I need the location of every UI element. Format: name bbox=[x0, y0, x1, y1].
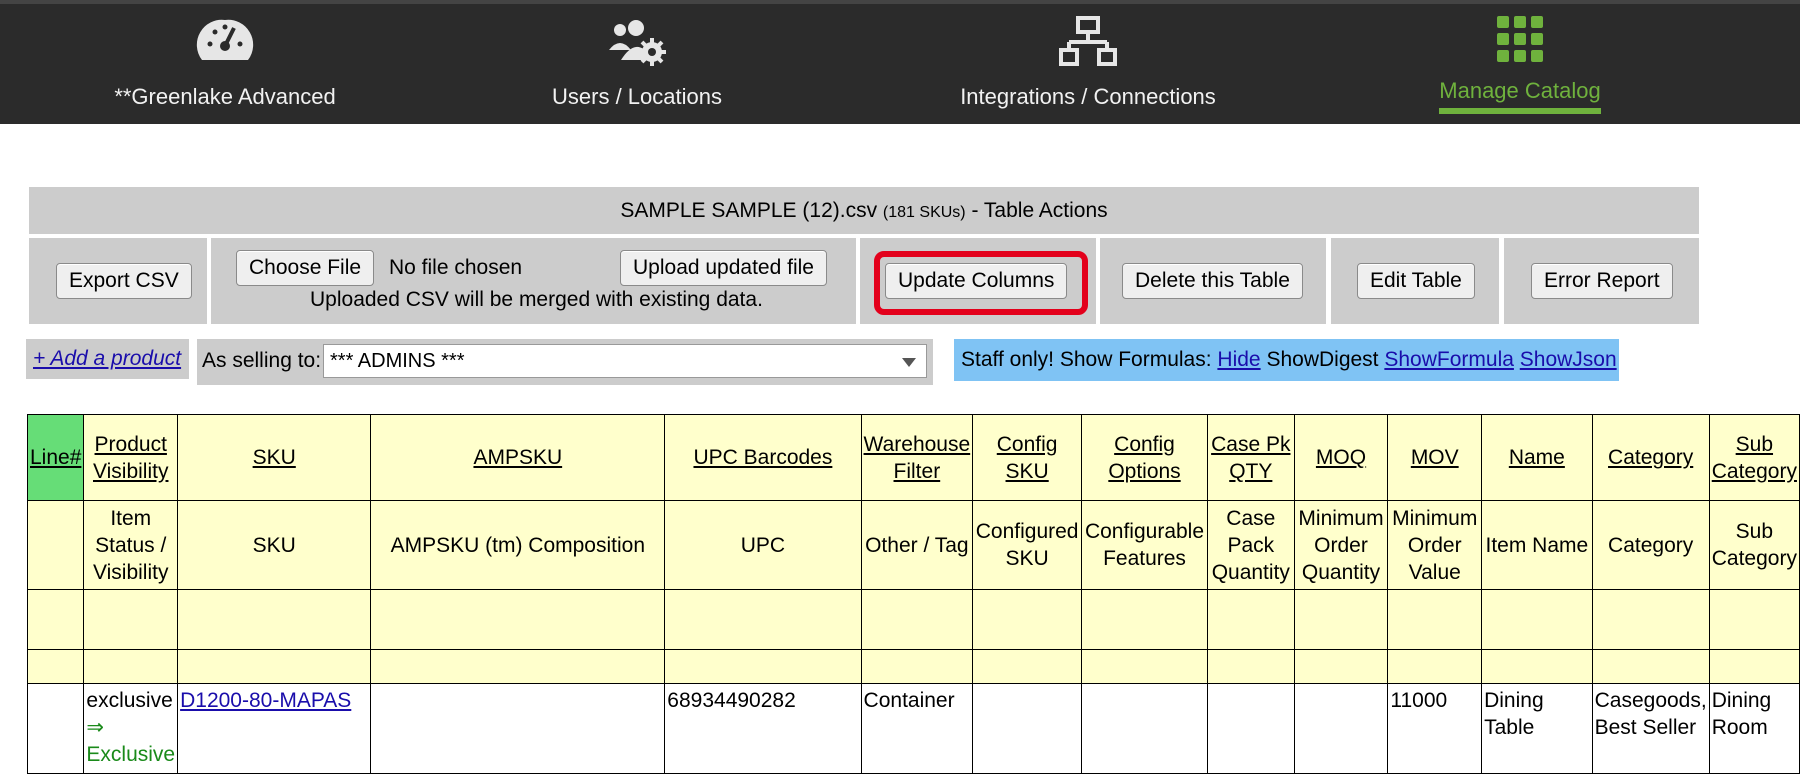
dashboard-gauge-icon bbox=[75, 16, 375, 74]
ampsku-cell bbox=[370, 683, 666, 774]
table-row[interactable]: exclusive ⇒ Exclusive D1200-80-MAPAS 689… bbox=[26, 683, 1800, 774]
table-filename: SAMPLE SAMPLE (12).csv bbox=[620, 199, 878, 222]
config-options-cell bbox=[1081, 683, 1208, 774]
show-digest-text: ShowDigest bbox=[1266, 348, 1379, 371]
choose-file-button[interactable]: Choose File bbox=[236, 250, 375, 286]
nav-item-users-locations[interactable]: Users / Locations bbox=[487, 16, 787, 110]
hide-link[interactable]: Hide bbox=[1217, 348, 1260, 371]
config-sku-cell bbox=[972, 683, 1083, 774]
subheader-cell: Category bbox=[1591, 500, 1710, 590]
sku-count: (181 SKUs) bbox=[882, 204, 966, 221]
line-number-cell bbox=[26, 683, 85, 774]
sub-category-cell: Dining Room bbox=[1708, 683, 1800, 774]
catalog-table: Line# Product Visibility SKU AMPSKU UPC … bbox=[26, 414, 1800, 774]
subheader-cell: Case Pack Quantity bbox=[1206, 500, 1295, 590]
subheader-cell: Item Status / Visibility bbox=[83, 500, 179, 590]
empty-row bbox=[26, 589, 1800, 650]
chevron-down-icon bbox=[902, 358, 916, 367]
nav-item-greenlake-advanced[interactable]: **Greenlake Advanced bbox=[75, 16, 375, 110]
moq-cell bbox=[1293, 683, 1389, 774]
upload-cell: Choose File No file chosen Upload update… bbox=[211, 238, 856, 324]
table-actions-suffix: - Table Actions bbox=[971, 199, 1108, 222]
delete-table-button[interactable]: Delete this Table bbox=[1122, 263, 1303, 299]
subheader-row: Item Status / Visibility SKU AMPSKU (tm)… bbox=[26, 500, 1800, 590]
top-nav: **Greenlake Advanced Users / Locations I… bbox=[0, 0, 1800, 124]
column-header[interactable]: SKU bbox=[177, 414, 372, 501]
add-product-cell: + Add a product bbox=[26, 339, 189, 379]
highlight-box bbox=[874, 251, 1088, 315]
subheader-cell: Configurable Features bbox=[1081, 500, 1208, 590]
column-header[interactable]: MOQ bbox=[1293, 414, 1389, 501]
column-header[interactable]: Warehouse Filter bbox=[860, 414, 974, 501]
column-header[interactable]: Case Pk QTY bbox=[1206, 414, 1295, 501]
subheader-cell: AMPSKU (tm) Composition bbox=[370, 500, 666, 590]
table-actions-title: SAMPLE SAMPLE (12).csv (181 SKUs) - Tabl… bbox=[29, 187, 1699, 234]
subheader-cell: Configured SKU bbox=[972, 500, 1083, 590]
warehouse-cell: Container bbox=[860, 683, 974, 774]
subheader-cell: UPC bbox=[664, 500, 862, 590]
delete-table-cell: Delete this Table bbox=[1100, 238, 1326, 324]
subheader-cell: Other / Tag bbox=[860, 500, 974, 590]
column-header: Line# bbox=[26, 414, 85, 501]
name-cell: Dining Table bbox=[1481, 683, 1593, 774]
grid-icon bbox=[1370, 16, 1670, 68]
users-gear-icon bbox=[487, 16, 787, 74]
no-file-chosen-text: No file chosen bbox=[389, 256, 523, 279]
subheader-cell: Minimum Order Value bbox=[1387, 500, 1483, 590]
subheader-cell bbox=[26, 500, 85, 590]
column-header[interactable]: AMPSKU bbox=[370, 414, 666, 501]
subheader-cell: Minimum Order Quantity bbox=[1293, 500, 1389, 590]
nav-item-label: Users / Locations bbox=[552, 84, 722, 109]
category-cell: Casegoods, Best Seller bbox=[1591, 683, 1710, 774]
column-header[interactable]: Category bbox=[1591, 414, 1710, 501]
column-header[interactable]: Config SKU bbox=[972, 414, 1083, 501]
edit-table-cell: Edit Table bbox=[1331, 238, 1499, 324]
empty-row bbox=[26, 649, 1800, 684]
arrow-icon: ⇒ bbox=[86, 716, 104, 739]
selling-to-label: As selling to: bbox=[202, 349, 322, 372]
staff-formulas-bar: Staff only! Show Formulas: Hide ShowDige… bbox=[954, 339, 1619, 381]
column-header[interactable]: Sub Category bbox=[1708, 414, 1800, 501]
header-row: Line# Product Visibility SKU AMPSKU UPC … bbox=[26, 414, 1800, 501]
sku-cell: D1200-80-MAPAS bbox=[177, 683, 372, 774]
upc-cell: 68934490282 bbox=[664, 683, 862, 774]
subheader-cell: SKU bbox=[177, 500, 372, 590]
show-formula-link[interactable]: ShowFormula bbox=[1384, 348, 1514, 371]
column-header[interactable]: Name bbox=[1481, 414, 1593, 501]
case-pk-cell bbox=[1206, 683, 1295, 774]
nav-item-manage-catalog[interactable]: Manage Catalog bbox=[1370, 16, 1670, 114]
column-header[interactable]: Config Options bbox=[1081, 414, 1208, 501]
add-product-link[interactable]: + Add a product bbox=[33, 347, 181, 370]
export-csv-button[interactable]: Export CSV bbox=[56, 263, 192, 299]
nav-item-integrations-connections[interactable]: Integrations / Connections bbox=[938, 16, 1238, 110]
subheader-cell: Sub Category bbox=[1708, 500, 1800, 590]
column-header[interactable]: Product Visibility bbox=[83, 414, 179, 501]
selling-to-value: *** ADMINS *** bbox=[330, 350, 465, 372]
nav-item-label: **Greenlake Advanced bbox=[114, 84, 336, 109]
column-header[interactable]: UPC Barcodes bbox=[664, 414, 862, 501]
merge-note: Uploaded CSV will be merged with existin… bbox=[310, 288, 763, 311]
show-json-link[interactable]: ShowJson bbox=[1520, 348, 1617, 371]
error-report-button[interactable]: Error Report bbox=[1531, 263, 1673, 299]
network-icon bbox=[938, 16, 1238, 74]
visibility-cell: exclusive ⇒ Exclusive bbox=[83, 683, 179, 774]
visibility-status: Exclusive bbox=[86, 743, 176, 766]
export-cell: Export CSV bbox=[29, 238, 207, 324]
nav-item-label: Integrations / Connections bbox=[960, 84, 1216, 109]
selling-to-cell: As selling to: *** ADMINS *** bbox=[197, 339, 933, 385]
selling-to-select[interactable]: *** ADMINS *** bbox=[323, 344, 927, 378]
error-report-cell: Error Report bbox=[1504, 238, 1699, 324]
nav-item-label: Manage Catalog bbox=[1439, 78, 1601, 114]
subheader-cell: Item Name bbox=[1481, 500, 1593, 590]
visibility-value: exclusive bbox=[86, 689, 173, 712]
staff-label: Staff only! Show Formulas: bbox=[961, 348, 1212, 371]
mov-cell: 11000 bbox=[1387, 683, 1483, 774]
edit-table-button[interactable]: Edit Table bbox=[1357, 263, 1475, 299]
sku-link[interactable]: D1200-80-MAPAS bbox=[180, 689, 351, 712]
upload-updated-file-button[interactable]: Upload updated file bbox=[620, 250, 827, 286]
column-header[interactable]: MOV bbox=[1387, 414, 1483, 501]
